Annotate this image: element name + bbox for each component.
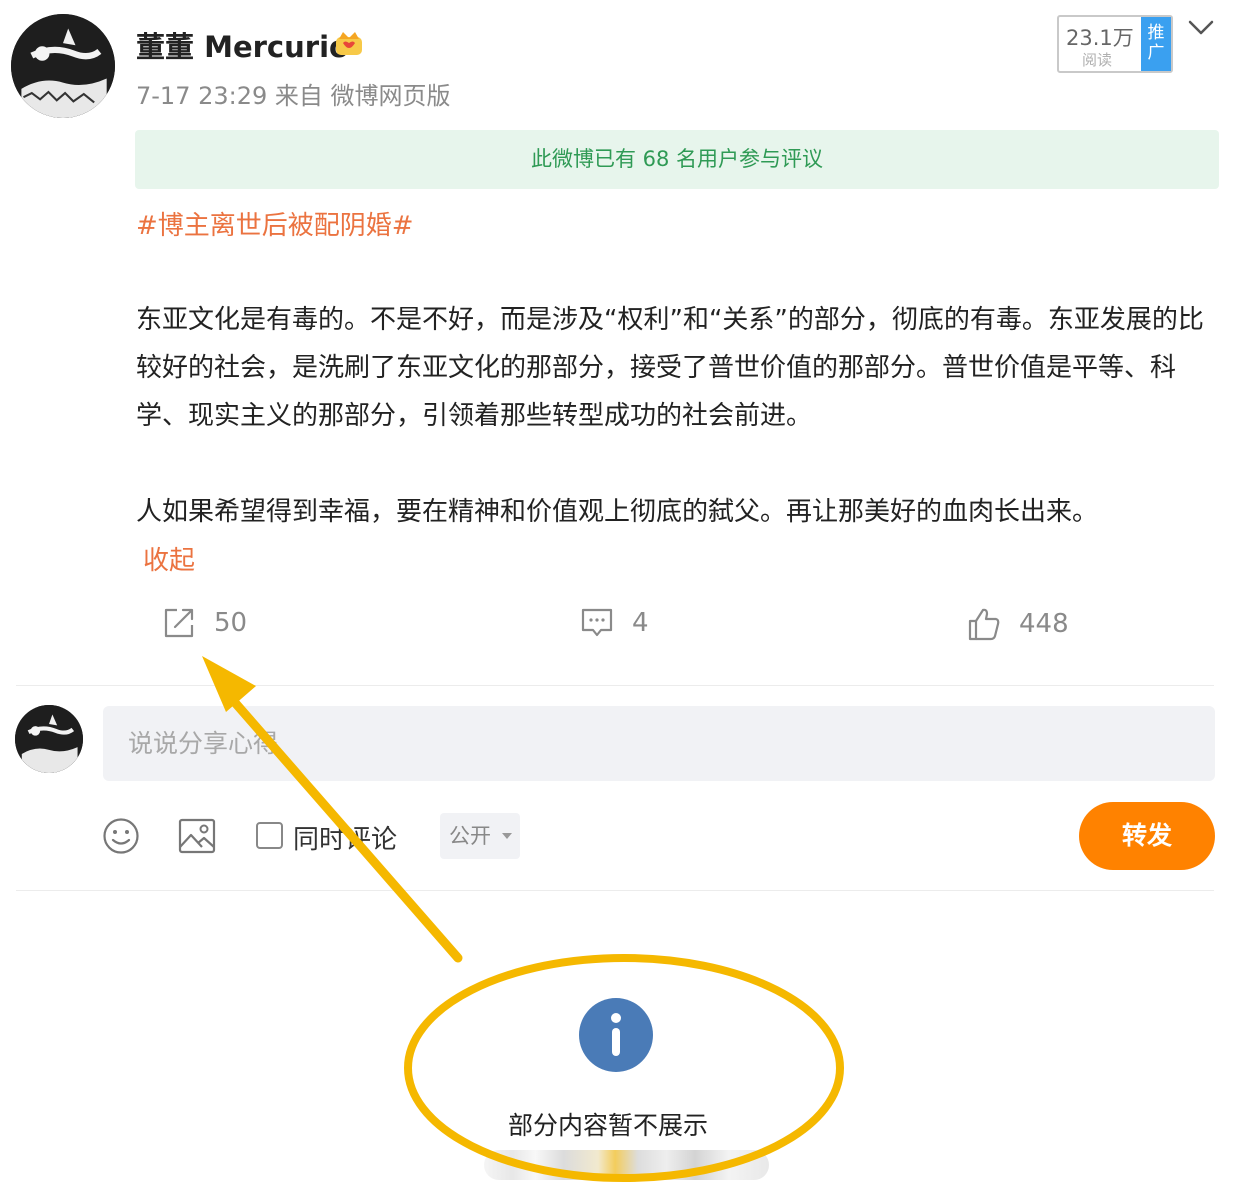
- annotation-arrow-head: [202, 656, 256, 712]
- also-comment-checkbox[interactable]: [256, 822, 283, 849]
- divider: [16, 685, 1214, 686]
- blurred-content: [484, 1150, 769, 1180]
- author-name[interactable]: 董董 Mercurio: [136, 24, 349, 66]
- chevron-down-icon[interactable]: [1187, 17, 1215, 39]
- read-label: 阅读: [1082, 51, 1113, 69]
- promo-tag-char-2: 广: [1147, 43, 1165, 63]
- repost-submit-button[interactable]: 转发: [1079, 802, 1215, 870]
- post-paragraph-2: 人如果希望得到幸福，要在精神和价值观上彻底的弑父。再让那美好的血肉长出来。: [136, 497, 1099, 527]
- divider: [16, 890, 1214, 891]
- info-icon: [579, 998, 653, 1072]
- comment-count: 4: [632, 608, 649, 638]
- hashtag-link[interactable]: #博主离世后被配阴婚#: [136, 205, 414, 242]
- author-avatar[interactable]: [11, 14, 115, 118]
- visibility-dropdown[interactable]: 公开: [440, 813, 520, 859]
- post-meta: 7-17 23:29 来自 微博网页版: [136, 82, 451, 110]
- visibility-value: 公开: [449, 824, 491, 848]
- review-notice[interactable]: 此微博已有 68 名用户参与评议: [135, 130, 1219, 189]
- post-paragraph-1: 东亚文化是有毒的。不是不好，而是涉及“权利”和“关系”的部分，彻底的有毒。东亚发…: [136, 305, 1204, 431]
- user-avatar[interactable]: [15, 705, 83, 773]
- repost-count: 50: [214, 608, 248, 638]
- repost-comment-input[interactable]: [103, 706, 1215, 781]
- read-count: 23.1万: [1066, 26, 1134, 50]
- promo-tag-char-1: 推: [1147, 23, 1165, 43]
- thumbs-up-icon: [968, 608, 1000, 641]
- smiley-icon[interactable]: [102, 817, 140, 855]
- also-comment-label[interactable]: 同时评论: [293, 819, 397, 856]
- image-icon[interactable]: [178, 817, 216, 855]
- comment-button[interactable]: 4: [580, 606, 649, 640]
- crown-icon[interactable]: [333, 27, 365, 59]
- read-count-box[interactable]: 23.1万 阅读 推 广: [1057, 15, 1173, 73]
- collapse-link[interactable]: 收起: [143, 540, 195, 577]
- like-button[interactable]: 448: [967, 606, 1069, 642]
- repost-button[interactable]: 50: [162, 606, 247, 640]
- hidden-content-notice: 部分内容暂不展示: [508, 1111, 709, 1140]
- comment-icon: [581, 608, 613, 637]
- caret-down-icon: [502, 833, 512, 839]
- like-count: 448: [1019, 609, 1069, 639]
- share-icon: [164, 608, 194, 638]
- promote-button[interactable]: 推 广: [1141, 17, 1171, 71]
